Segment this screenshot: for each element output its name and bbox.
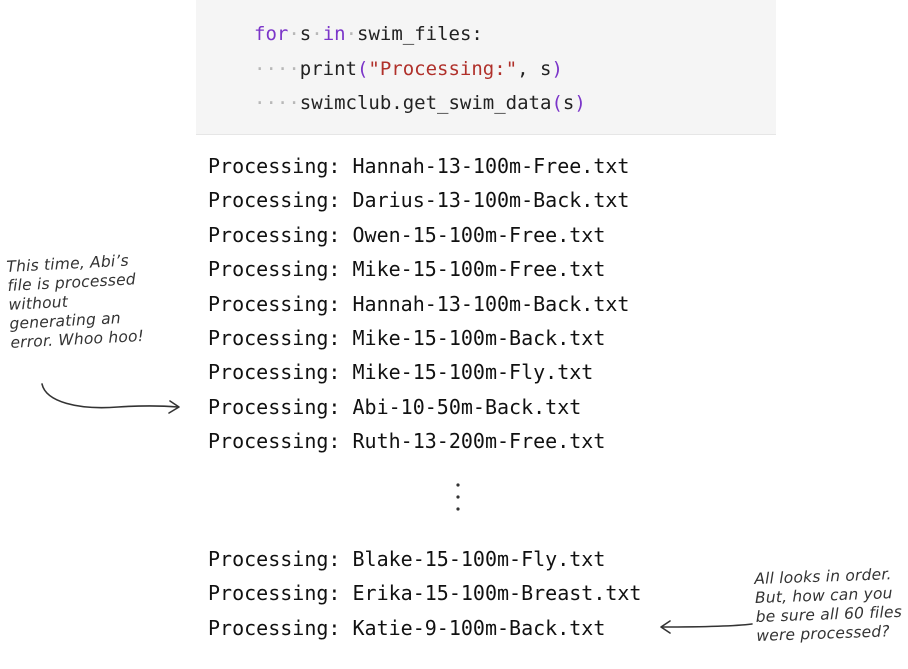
output-line: Processing: Katie-9-100m-Back.txt (208, 615, 606, 640)
output-line: Processing: Mike-15-100m-Back.txt (208, 325, 606, 350)
code-cell[interactable]: for·s·in·swim_files: ····print("Processi… (196, 0, 776, 135)
keyword-in: in (322, 23, 346, 45)
indent-marker: ···· (254, 92, 300, 114)
output-line: Processing: Hannah-13-100m-Free.txt (208, 154, 630, 178)
arrow-right-icon (41, 383, 180, 414)
function-call: swimclub.get_swim_data (299, 92, 552, 114)
code-line-print: ····print("Processing:", s) (254, 58, 563, 80)
output-line: Processing: Hannah-13-100m-Back.txt (208, 291, 630, 316)
output-line: Processing: Owen-15-100m-Free.txt (208, 222, 606, 247)
output-line: Processing: Mike-15-100m-Fly.txt (208, 360, 594, 385)
loop-variable: s (299, 23, 312, 45)
code-line-call: ····swimclub.get_swim_data(s) (254, 92, 586, 114)
call-argument: s (562, 92, 575, 114)
string-literal: "Processing:" (368, 58, 518, 80)
keyword-for: for (254, 23, 289, 45)
output-top: Processing: Hannah-13-100m-Free.txt Proc… (208, 152, 629, 462)
output-line: Processing: Mike-15-100m-Free.txt (208, 257, 606, 282)
output-line: Processing: Blake-15-100m-Fly.txt (208, 547, 606, 571)
annotation-left: This time, Abi’s file is processed witho… (6, 251, 145, 352)
output-line: Processing: Ruth-13-200m-Free.txt (208, 429, 606, 454)
print-function: print (299, 58, 357, 80)
vertical-ellipsis-icon (456, 483, 460, 511)
output-line: Processing: Erika-15-100m-Breast.txt (208, 581, 642, 606)
code-line-for: for·s·in·swim_files: (254, 23, 483, 45)
annotation-right: All looks in order. But, how can you be … (754, 565, 903, 645)
indent-marker: ···· (254, 58, 300, 80)
output-bottom: Processing: Blake-15-100m-Fly.txt Proces… (208, 545, 641, 648)
loop-iterable: swim_files: (357, 23, 483, 45)
output-line: Processing: Abi-10-50m-Back.txt (208, 394, 582, 419)
arrow-left-icon (660, 620, 753, 634)
output-line: Processing: Darius-13-100m-Back.txt (208, 188, 630, 213)
